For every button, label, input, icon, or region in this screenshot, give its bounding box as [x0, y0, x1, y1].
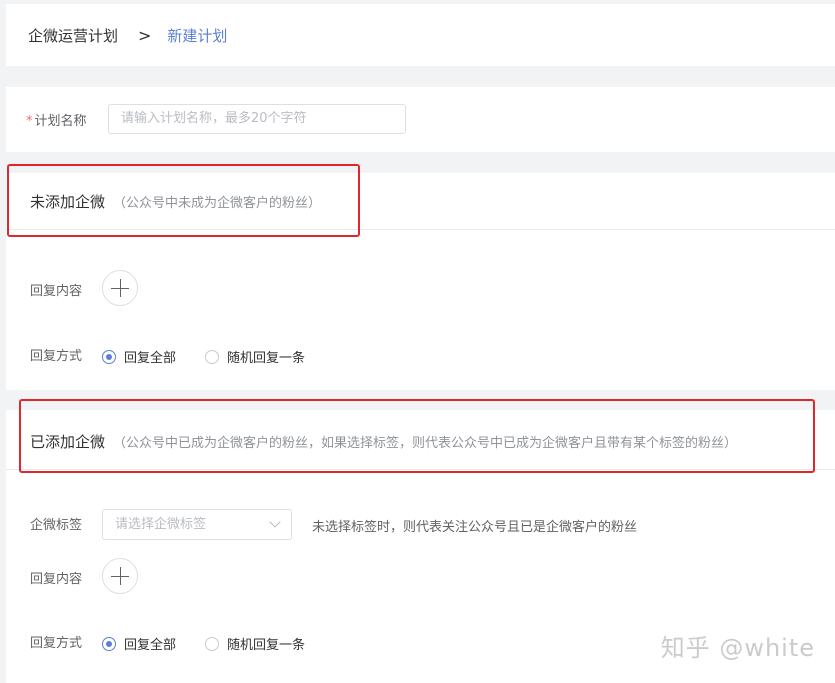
radio-reply-all-label: 回复全部 — [124, 351, 177, 366]
radio-reply-all-label: 回复全部 — [124, 638, 177, 653]
chevron-down-icon — [269, 516, 281, 528]
highlight-box-unadded — [7, 164, 360, 237]
reply-mode-label: 回复方式 — [30, 636, 83, 651]
radio-random-reply[interactable]: 随机回复一条 — [205, 347, 305, 366]
breadcrumb: 企微运营计划 > 新建计划 — [28, 25, 227, 46]
reply-content-label: 回复内容 — [30, 572, 83, 587]
required-mark: * — [26, 114, 33, 129]
breadcrumb-separator-icon: > — [138, 26, 152, 45]
radio-random-reply-label: 随机回复一条 — [227, 638, 306, 653]
radio-reply-all[interactable]: 回复全部 — [102, 347, 176, 366]
reply-mode-label: 回复方式 — [30, 349, 83, 364]
tag-hint: 未选择标签时，则代表关注公众号且已是企微客户的粉丝 — [312, 520, 638, 535]
watermark: 知乎 @white — [660, 634, 815, 662]
breadcrumb-panel: 企微运营计划 > 新建计划 — [6, 4, 835, 66]
plus-icon-stroke — [119, 279, 121, 297]
radio-unchecked-icon — [205, 636, 219, 651]
breadcrumb-current: 新建计划 — [167, 27, 228, 45]
add-reply-content-button[interactable] — [102, 270, 138, 306]
plan-name-label: * 计划名称 — [26, 110, 87, 129]
highlight-box-added — [19, 399, 815, 473]
plus-icon-stroke — [119, 567, 121, 585]
reply-content-label: 回复内容 — [30, 284, 83, 299]
tag-select-placeholder: 请选择企微标签 — [115, 517, 207, 532]
radio-checked-icon — [102, 636, 116, 651]
radio-unchecked-icon — [205, 349, 219, 364]
add-reply-content-button[interactable] — [102, 558, 138, 594]
plan-name-panel: * 计划名称 请输入计划名称，最多20个字符 — [6, 87, 835, 152]
radio-reply-all[interactable]: 回复全部 — [102, 634, 176, 653]
tag-label: 企微标签 — [30, 518, 83, 533]
plan-name-input[interactable]: 请输入计划名称，最多20个字符 — [108, 104, 406, 134]
breadcrumb-root-link[interactable]: 企微运营计划 — [28, 25, 118, 46]
radio-checked-icon — [102, 349, 116, 364]
plan-name-label-text: 计划名称 — [34, 114, 87, 129]
tag-select[interactable]: 请选择企微标签 — [102, 509, 292, 540]
radio-random-reply[interactable]: 随机回复一条 — [205, 634, 305, 653]
radio-random-reply-label: 随机回复一条 — [227, 351, 306, 366]
